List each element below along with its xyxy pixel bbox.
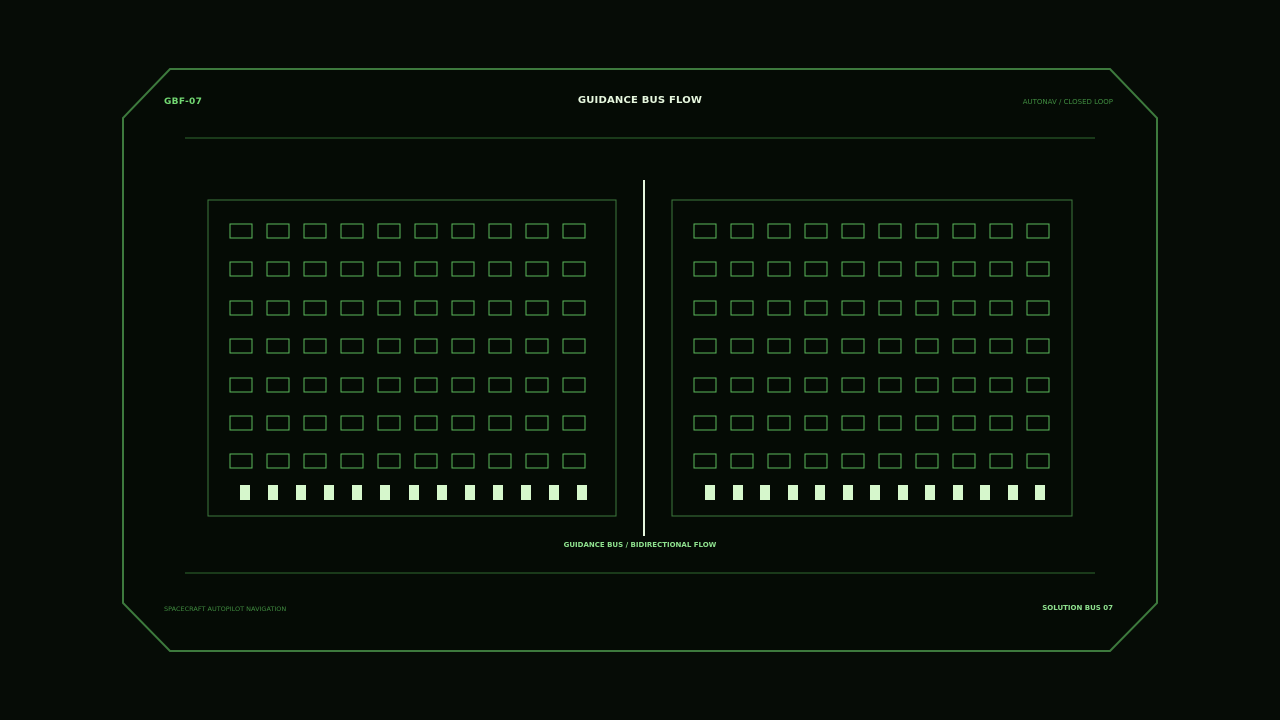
status-indicator: [705, 485, 715, 500]
system-label: SPACECRAFT AUTOPILOT NAVIGATION: [164, 605, 287, 613]
bus-label: GUIDANCE BUS / BIDIRECTIONAL FLOW: [563, 541, 717, 549]
status-indicator: [380, 485, 390, 500]
status-indicator: [521, 485, 531, 500]
status-indicator: [1008, 485, 1018, 500]
solution-label: SOLUTION BUS 07: [1042, 604, 1113, 612]
status-indicator: [815, 485, 825, 500]
status-indicator: [760, 485, 770, 500]
status-indicator: [898, 485, 908, 500]
mode-label: AUTONAV / CLOSED LOOP: [1022, 98, 1113, 106]
guidance-bus-flow-diagram: GBF-07 GUIDANCE BUS FLOW AUTONAV / CLOSE…: [0, 0, 1280, 720]
status-indicator: [980, 485, 990, 500]
status-indicator: [409, 485, 419, 500]
status-indicator: [953, 485, 963, 500]
status-indicator: [296, 485, 306, 500]
outer-frame: [122, 68, 1158, 652]
status-indicator: [1035, 485, 1045, 500]
status-indicator: [240, 485, 250, 500]
status-indicator: [268, 485, 278, 500]
status-indicator: [549, 485, 559, 500]
status-indicator: [843, 485, 853, 500]
status-indicator: [577, 485, 587, 500]
status-indicator: [437, 485, 447, 500]
status-indicator: [493, 485, 503, 500]
status-indicator: [324, 485, 334, 500]
status-indicator: [352, 485, 362, 500]
status-indicator: [870, 485, 880, 500]
status-indicator: [925, 485, 935, 500]
status-indicator: [465, 485, 475, 500]
status-indicator: [788, 485, 798, 500]
status-indicator: [733, 485, 743, 500]
